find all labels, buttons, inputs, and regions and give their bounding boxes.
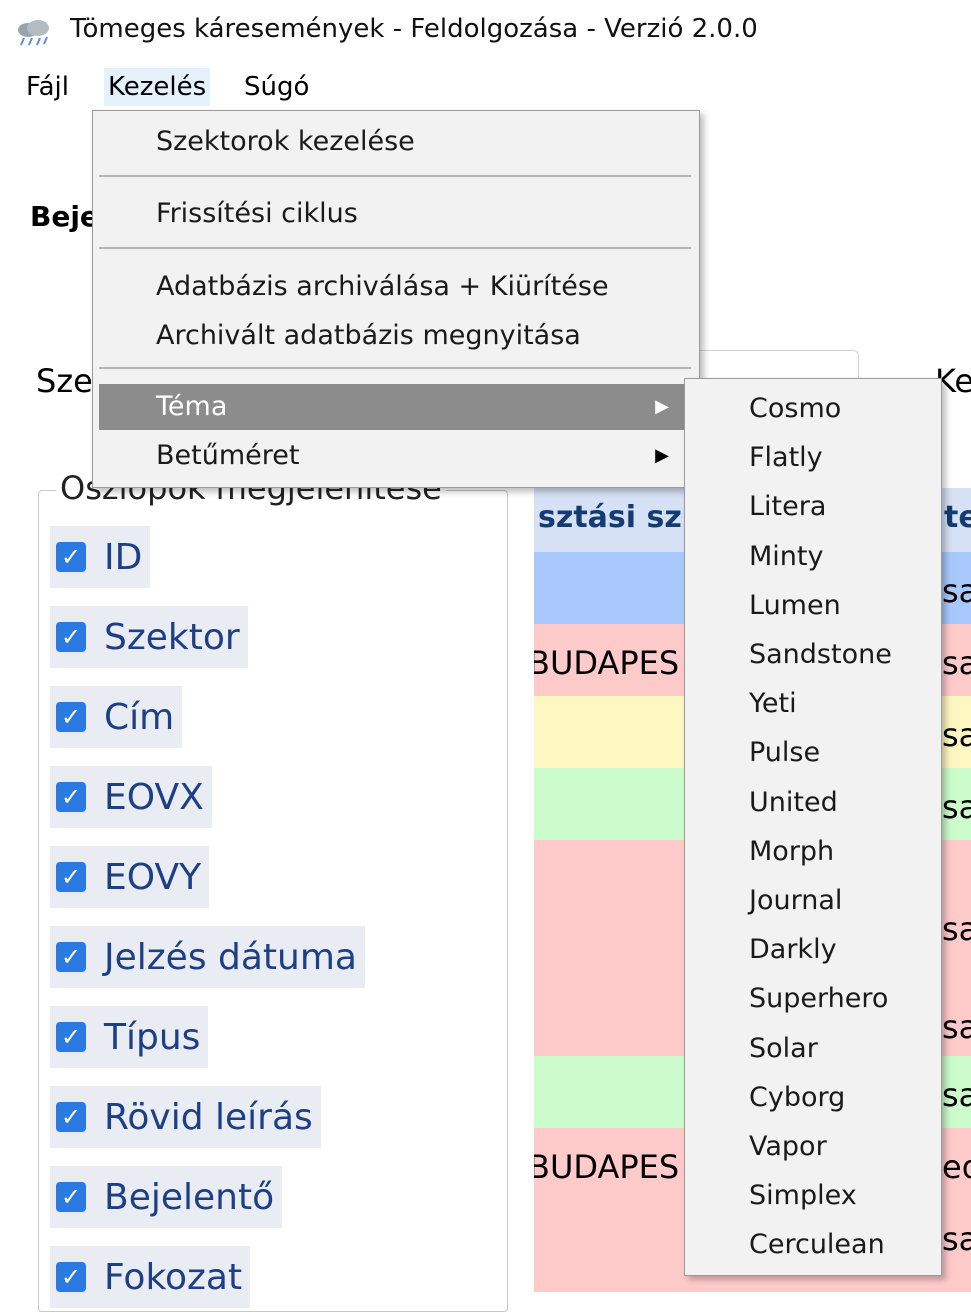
checkbox-checked-icon[interactable]: ✓: [56, 942, 86, 972]
menu-item-label: Szektorok kezelése: [156, 126, 415, 157]
menu-sugo[interactable]: Súgó: [240, 68, 313, 106]
theme-option[interactable]: Vapor: [749, 1127, 827, 1167]
window-title: Tömeges káresemények - Feldolgozása - Ve…: [70, 14, 758, 44]
table-cell: sa: [942, 910, 971, 948]
submenu-arrow-icon: ▶: [655, 396, 669, 417]
column-checkbox[interactable]: ✓ Szektor: [50, 606, 248, 668]
table-header-cell[interactable]: te: [944, 500, 971, 535]
title-bar: Tömeges káresemények - Feldolgozása - Ve…: [0, 0, 971, 60]
column-checkbox[interactable]: ✓ EOVX: [50, 766, 212, 828]
table-cell: ed: [942, 1148, 971, 1186]
checkbox-checked-icon[interactable]: ✓: [56, 622, 86, 652]
column-checkbox-label: EOVX: [104, 776, 204, 818]
theme-option[interactable]: Sandstone: [749, 635, 892, 675]
tema-submenu: Cosmo Flatly Litera Minty Lumen Sandstone Yeti…: [684, 378, 942, 1276]
column-checkbox-label: Rövid leírás: [104, 1096, 313, 1138]
table-cell: sa: [942, 1008, 971, 1046]
menu-fajl[interactable]: Fájl: [22, 68, 73, 106]
kezeles-dropdown-menu: Szektorok kezelése Frissítési ciklus Ada…: [92, 110, 700, 488]
theme-option[interactable]: Lumen: [749, 586, 841, 626]
menu-item-betumeret[interactable]: Betűméret ▶: [99, 433, 691, 479]
column-checkbox[interactable]: ✓ EOVY: [50, 846, 210, 908]
menu-item-label: Archivált adatbázis megnyitása: [156, 320, 581, 351]
checkbox-checked-icon[interactable]: ✓: [56, 782, 86, 812]
column-checkbox-label: Bejelentő: [104, 1176, 275, 1218]
checkbox-checked-icon[interactable]: ✓: [56, 1022, 86, 1052]
menu-separator: [99, 367, 691, 369]
table-cell: sa: [942, 572, 971, 610]
column-checkbox[interactable]: ✓ Típus: [50, 1006, 209, 1068]
checkbox-checked-icon[interactable]: ✓: [56, 862, 86, 892]
submenu-arrow-icon: ▶: [655, 445, 669, 466]
theme-option[interactable]: Minty: [749, 537, 823, 577]
column-checkbox[interactable]: ✓ Bejelentő: [50, 1166, 283, 1228]
menu-item-label: Frissítési ciklus: [156, 198, 358, 229]
theme-option[interactable]: Litera: [749, 487, 826, 527]
szektor-filter-label: Sze: [36, 362, 93, 400]
column-checkbox[interactable]: ✓ Fokozat: [50, 1246, 251, 1308]
column-checkbox-label: Típus: [104, 1016, 201, 1058]
theme-option[interactable]: Morph: [749, 832, 834, 872]
column-checkbox[interactable]: ✓ Jelzés dátuma: [50, 926, 365, 988]
theme-option[interactable]: Yeti: [749, 684, 797, 724]
checkbox-checked-icon[interactable]: ✓: [56, 702, 86, 732]
menu-kezeles[interactable]: Kezelés: [104, 68, 211, 106]
bejelentes-label: Beje: [30, 200, 99, 233]
checkbox-checked-icon[interactable]: ✓: [56, 542, 86, 572]
theme-option[interactable]: Superhero: [749, 979, 888, 1019]
menu-item-label: Adatbázis archiválása + Kiürítése: [156, 271, 609, 302]
theme-option[interactable]: Cerculean: [749, 1225, 885, 1265]
theme-option[interactable]: United: [749, 783, 838, 823]
checkbox-checked-icon[interactable]: ✓: [56, 1262, 86, 1292]
theme-option[interactable]: Pulse: [749, 733, 820, 773]
theme-option[interactable]: Cyborg: [749, 1078, 845, 1118]
menu-separator: [99, 247, 691, 249]
column-checkbox[interactable]: ✓ Rövid leírás: [50, 1086, 321, 1148]
theme-option[interactable]: Darkly: [749, 930, 837, 970]
column-checkbox-label: Cím: [104, 696, 175, 738]
app-icon: [18, 20, 49, 46]
table-cell: sa: [942, 716, 971, 754]
menu-item-frissitesi-ciklus[interactable]: Frissítési ciklus: [99, 191, 691, 237]
checkbox-checked-icon[interactable]: ✓: [56, 1102, 86, 1132]
column-checkbox-label: Jelzés dátuma: [104, 936, 357, 978]
theme-option[interactable]: Simplex: [749, 1176, 857, 1216]
menu-item-archivalt-adatbazis[interactable]: Archivált adatbázis megnyitása: [99, 313, 691, 359]
column-checkbox[interactable]: ✓ ID: [50, 526, 151, 588]
menu-bar: Fájl Kezelés Súgó: [0, 62, 971, 108]
table-cell: sa: [942, 1220, 971, 1258]
checkbox-checked-icon[interactable]: ✓: [56, 1182, 86, 1212]
column-checkbox[interactable]: ✓ Cím: [50, 686, 183, 748]
table-header-cell[interactable]: sztási sz: [538, 500, 682, 535]
menu-item-tema[interactable]: Téma ▶: [99, 384, 691, 430]
theme-option[interactable]: Flatly: [749, 438, 823, 478]
column-checkbox-label: EOVY: [104, 856, 202, 898]
theme-option[interactable]: Journal: [749, 881, 842, 921]
column-checkbox-label: Szektor: [104, 616, 240, 658]
table-cell: BUDAPES: [534, 644, 680, 682]
column-checkbox-label: ID: [104, 536, 143, 578]
table-cell: sa: [942, 644, 971, 682]
table-cell: sa: [942, 788, 971, 826]
menu-item-label: Téma: [156, 391, 228, 422]
menu-separator: [99, 175, 691, 177]
menu-item-label: Betűméret: [156, 440, 300, 471]
menu-item-szektorok-kezelese[interactable]: Szektorok kezelése: [99, 119, 691, 165]
menu-item-adatbazis-archivalasa[interactable]: Adatbázis archiválása + Kiürítése: [99, 264, 691, 310]
theme-option[interactable]: Cosmo: [749, 389, 841, 429]
column-checkbox-label: Fokozat: [104, 1256, 243, 1298]
table-cell: sa: [942, 1076, 971, 1114]
theme-option[interactable]: Solar: [749, 1029, 818, 1069]
table-cell: BUDAPES: [534, 1148, 680, 1186]
